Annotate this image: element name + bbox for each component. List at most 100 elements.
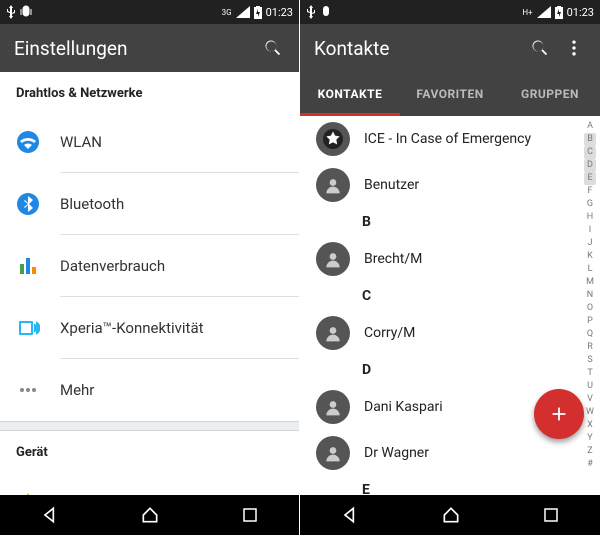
- index-letter[interactable]: B: [584, 133, 596, 146]
- nav-bar: [300, 495, 600, 535]
- clock: 01:23: [266, 6, 293, 19]
- index-letter[interactable]: V: [587, 393, 593, 406]
- avatar: [316, 436, 350, 470]
- contact-name: Benutzer: [364, 177, 419, 193]
- contact-row[interactable]: Corry/M: [300, 310, 580, 356]
- signal-icon: [537, 6, 551, 18]
- xperia-connectivity-icon: [16, 316, 40, 340]
- network-type: H+: [522, 8, 532, 17]
- data-usage-icon: [16, 254, 40, 278]
- contact-name: Brecht/M: [364, 251, 422, 267]
- settings-item-label: Mehr: [60, 381, 94, 399]
- signal-icon: [236, 6, 250, 18]
- index-letter[interactable]: P: [587, 315, 593, 328]
- overflow-menu-button[interactable]: [562, 36, 586, 60]
- bluetooth-icon: [16, 192, 40, 216]
- settings-item-label: Datenverbrauch: [60, 257, 165, 275]
- settings-item-data-usage[interactable]: Datenverbrauch: [0, 235, 299, 297]
- settings-list: WLAN Bluetooth Datenverbrauch Xperia™-Ko…: [0, 111, 299, 421]
- index-letter[interactable]: I: [589, 224, 591, 237]
- add-contact-fab[interactable]: [534, 389, 584, 439]
- index-letter[interactable]: F: [588, 185, 593, 198]
- network-type: 3G: [222, 8, 232, 17]
- contact-row[interactable]: Benutzer: [300, 162, 580, 208]
- settings-item-bluetooth[interactable]: Bluetooth: [0, 173, 299, 235]
- usb-debug-icon: [320, 5, 332, 19]
- contact-name: Dani Kaspari: [364, 399, 443, 415]
- clock: 01:23: [567, 6, 594, 19]
- section-wireless: Drahtlos & Netzwerke: [0, 72, 299, 111]
- battery-icon: [555, 6, 563, 19]
- index-letter[interactable]: M: [586, 276, 594, 289]
- battery-icon: [254, 6, 262, 19]
- search-button[interactable]: [261, 36, 285, 60]
- index-letter[interactable]: A: [587, 120, 593, 133]
- nav-back[interactable]: [40, 505, 60, 525]
- usb-icon: [6, 5, 16, 19]
- search-icon: [530, 38, 550, 58]
- contact-section-letter: C: [300, 282, 580, 310]
- contact-name: Dr Wagner: [364, 445, 429, 461]
- index-letter[interactable]: H: [587, 211, 593, 224]
- index-letter[interactable]: Z: [587, 445, 592, 458]
- avatar: [316, 316, 350, 350]
- app-bar: Einstellungen: [0, 24, 299, 72]
- nav-back[interactable]: [340, 505, 360, 525]
- index-letter[interactable]: Y: [587, 432, 592, 445]
- tab-favorites[interactable]: FAVORITEN: [400, 72, 500, 116]
- screen-contacts: H+ 01:23 Kontakte KONTAKTE FAVORITEN GRU…: [300, 0, 600, 535]
- tab-contacts[interactable]: KONTAKTE: [300, 72, 400, 116]
- index-letter[interactable]: G: [587, 198, 593, 211]
- nav-home[interactable]: [441, 505, 461, 525]
- nav-recent[interactable]: [542, 506, 560, 524]
- settings-item-wlan[interactable]: WLAN: [0, 111, 299, 173]
- index-letter[interactable]: U: [587, 380, 593, 393]
- alpha-index[interactable]: ABCDEFGHIJKLMNOPQRSTUVWXYZ#: [582, 120, 598, 491]
- contact-section-letter: E: [300, 476, 580, 495]
- index-letter[interactable]: #: [587, 458, 593, 471]
- contact-name: Corry/M: [364, 325, 415, 341]
- index-letter[interactable]: R: [587, 341, 593, 354]
- section-device: Gerät: [0, 431, 299, 470]
- contact-row[interactable]: ICE - In Case of Emergency: [300, 116, 580, 162]
- more-icon: [16, 378, 40, 402]
- page-title: Kontakte: [314, 37, 518, 60]
- more-vert-icon: [564, 38, 584, 58]
- tab-groups[interactable]: GRUPPEN: [500, 72, 600, 116]
- screen-settings: 3G 01:23 Einstellungen Drahtlos & Netzwe…: [0, 0, 300, 535]
- nav-bar: [0, 495, 299, 535]
- index-letter[interactable]: Q: [587, 328, 593, 341]
- avatar: [316, 168, 350, 202]
- settings-item-xperia-connectivity[interactable]: Xperia™-Konnektivität: [0, 297, 299, 359]
- index-letter[interactable]: T: [587, 367, 592, 380]
- nav-home[interactable]: [140, 505, 160, 525]
- index-letter[interactable]: S: [587, 354, 592, 367]
- index-letter[interactable]: J: [588, 237, 593, 250]
- usb-icon: [306, 5, 316, 19]
- avatar: [316, 390, 350, 424]
- tabs: KONTAKTE FAVORITEN GRUPPEN: [300, 72, 600, 116]
- search-button[interactable]: [528, 36, 552, 60]
- index-letter[interactable]: K: [587, 250, 593, 263]
- plus-icon: [548, 403, 570, 425]
- contacts-list[interactable]: ICE - In Case of Emergency Benutzer B Brech…: [300, 116, 580, 495]
- contact-row[interactable]: Dr Wagner: [300, 430, 580, 476]
- settings-item-label: Bluetooth: [60, 195, 124, 213]
- contact-section-letter: B: [300, 208, 580, 236]
- index-letter[interactable]: D: [584, 159, 596, 172]
- contacts-view: ICE - In Case of Emergency Benutzer B Brech…: [300, 116, 600, 495]
- status-bar: H+ 01:23: [300, 0, 600, 24]
- index-letter[interactable]: C: [584, 146, 596, 159]
- contact-row[interactable]: Brecht/M: [300, 236, 580, 282]
- contact-section-letter: D: [300, 356, 580, 384]
- index-letter[interactable]: X: [587, 419, 593, 432]
- index-letter[interactable]: L: [588, 263, 593, 276]
- index-letter[interactable]: W: [586, 406, 594, 419]
- settings-item-label: Xperia™-Konnektivität: [60, 319, 204, 337]
- nav-recent[interactable]: [241, 506, 259, 524]
- page-title: Einstellungen: [14, 37, 251, 60]
- settings-item-more[interactable]: Mehr: [0, 359, 299, 421]
- index-letter[interactable]: E: [584, 172, 595, 185]
- index-letter[interactable]: O: [587, 302, 593, 315]
- index-letter[interactable]: N: [587, 289, 593, 302]
